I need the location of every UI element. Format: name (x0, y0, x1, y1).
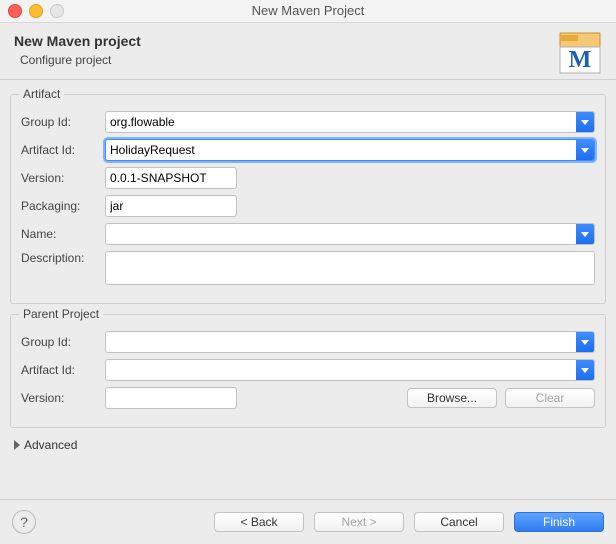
group-title-parent: Parent Project (19, 307, 103, 321)
titlebar: New Maven Project (0, 0, 616, 23)
back-button[interactable]: < Back (214, 512, 304, 532)
description-input[interactable] (105, 251, 595, 285)
window-controls (8, 4, 64, 18)
wizard-header: New Maven project Configure project M (0, 23, 616, 75)
name-input[interactable] (106, 224, 576, 244)
label-description: Description: (21, 251, 105, 265)
version-combo[interactable] (105, 167, 237, 189)
parent-version-combo[interactable] (105, 387, 237, 409)
packaging-combo[interactable] (105, 195, 237, 217)
label-group-id: Group Id: (21, 115, 105, 129)
name-combo[interactable] (105, 223, 595, 245)
label-artifact-id: Artifact Id: (21, 143, 105, 157)
label-packaging: Packaging: (21, 199, 105, 213)
label-parent-artifact-id: Artifact Id: (21, 363, 105, 377)
finish-button[interactable]: Finish (514, 512, 604, 532)
clear-button: Clear (505, 388, 595, 408)
parent-artifact-id-combo[interactable] (105, 359, 595, 381)
chevron-down-icon[interactable] (576, 112, 594, 132)
label-parent-version: Version: (21, 391, 105, 405)
advanced-toggle[interactable]: Advanced (14, 438, 602, 452)
label-version: Version: (21, 171, 105, 185)
minimize-icon[interactable] (29, 4, 43, 18)
page-title: New Maven project (14, 33, 602, 49)
parent-group-id-input[interactable] (106, 332, 576, 352)
wizard-body: Artifact Group Id: Artifact Id: Version: (0, 94, 616, 452)
window-title: New Maven Project (252, 3, 365, 18)
disclosure-triangle-icon (14, 440, 20, 450)
artifact-id-combo[interactable] (105, 139, 595, 161)
parent-artifact-id-input[interactable] (106, 360, 576, 380)
artifact-id-input[interactable] (106, 140, 576, 160)
chevron-down-icon[interactable] (576, 332, 594, 352)
packaging-input[interactable] (106, 196, 237, 216)
next-button: Next > (314, 512, 404, 532)
chevron-down-icon[interactable] (576, 224, 594, 244)
cancel-button[interactable]: Cancel (414, 512, 504, 532)
label-parent-group-id: Group Id: (21, 335, 105, 349)
maximize-icon (50, 4, 64, 18)
page-subtitle: Configure project (20, 53, 602, 67)
label-name: Name: (21, 227, 105, 241)
parent-version-input[interactable] (106, 388, 237, 408)
advanced-label: Advanced (24, 438, 77, 452)
group-id-combo[interactable] (105, 111, 595, 133)
group-id-input[interactable] (106, 112, 576, 132)
parent-project-group: Parent Project Group Id: Artifact Id: Ve… (10, 314, 606, 428)
wizard-window: New Maven Project New Maven project Conf… (0, 0, 616, 544)
maven-wizard-icon: M (558, 31, 602, 75)
help-icon[interactable]: ? (12, 510, 36, 534)
parent-group-id-combo[interactable] (105, 331, 595, 353)
artifact-group: Artifact Group Id: Artifact Id: Version: (10, 94, 606, 304)
group-title-artifact: Artifact (19, 87, 64, 101)
close-icon[interactable] (8, 4, 22, 18)
version-input[interactable] (106, 168, 237, 188)
chevron-down-icon[interactable] (576, 140, 594, 160)
svg-text:M: M (569, 47, 592, 73)
wizard-footer: ? < Back Next > Cancel Finish (0, 499, 616, 544)
browse-button[interactable]: Browse... (407, 388, 497, 408)
chevron-down-icon[interactable] (576, 360, 594, 380)
